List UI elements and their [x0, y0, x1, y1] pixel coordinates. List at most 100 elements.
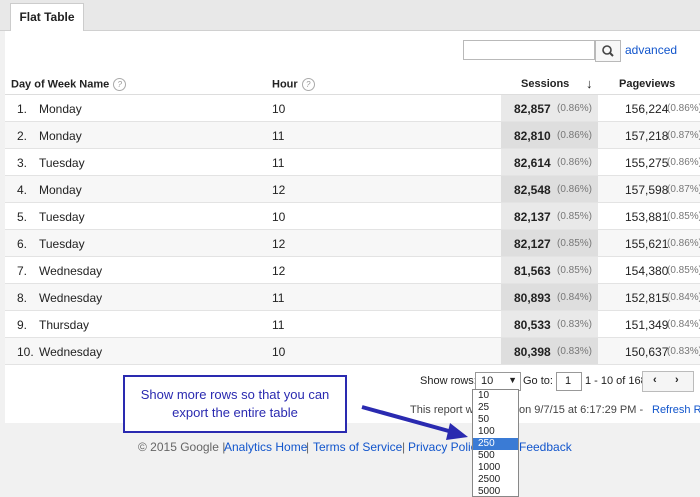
copyright: © 2015 Google | — [138, 440, 226, 454]
day-cell: Tuesday — [39, 156, 85, 170]
dropdown-option[interactable]: 10 — [473, 390, 518, 402]
search-button[interactable] — [595, 40, 621, 62]
show-rows-dropdown[interactable]: 10 25 50 100 250 500 1000 2500 5000 — [472, 389, 519, 497]
goto-input[interactable]: 1 — [556, 372, 582, 391]
row-index: 4. — [17, 183, 28, 197]
range-text: 1 - 10 of 168 — [585, 375, 647, 387]
dropdown-option[interactable]: 1000 — [473, 462, 518, 474]
header-day[interactable]: Day of Week Name? — [11, 78, 127, 91]
header-hour[interactable]: Hour? — [272, 78, 315, 91]
pageviews-value: 153,881 — [625, 210, 669, 224]
hour-cell: 11 — [272, 129, 285, 143]
dropdown-option[interactable]: 5000 — [473, 486, 518, 496]
dropdown-option[interactable]: 500 — [473, 450, 518, 462]
table-row[interactable]: 1. Monday 10 82,857 (0.86%) 156,224 (0.86%) — [5, 95, 700, 122]
chevron-down-icon: ▼ — [508, 375, 517, 385]
refresh-report-link[interactable]: Refresh Report — [652, 404, 700, 416]
sessions-value: 82,810 — [514, 129, 551, 143]
sessions-value: 80,893 — [514, 291, 551, 305]
advanced-link[interactable]: advanced — [625, 43, 677, 57]
pageviews-percent: (0.86%) — [667, 157, 700, 168]
sessions-value: 82,614 — [514, 156, 551, 170]
table-row[interactable]: 9. Thursday 11 80,533 (0.83%) 151,349 (0.84%) — [5, 311, 700, 338]
sessions-percent: (0.83%) — [557, 319, 593, 330]
help-icon[interactable]: ? — [113, 78, 127, 91]
dropdown-option[interactable]: 25 — [473, 402, 518, 414]
day-cell: Monday — [39, 102, 82, 116]
pageviews-value: 151,349 — [625, 318, 669, 332]
hour-cell: 10 — [272, 102, 286, 116]
sessions-value: 82,137 — [514, 210, 551, 224]
sessions-percent: (0.85%) — [557, 265, 593, 276]
pageviews-value: 157,598 — [625, 183, 669, 197]
table-row[interactable]: 4. Monday 12 82,548 (0.86%) 157,598 (0.87%) — [5, 176, 700, 203]
hour-cell: 11 — [272, 318, 285, 332]
pageviews-percent: (0.84%) — [667, 319, 700, 330]
table-row[interactable]: 5. Tuesday 10 82,137 (0.85%) 153,881 (0.85%) — [5, 203, 700, 230]
next-page-icon[interactable]: › — [675, 374, 679, 386]
sessions-percent: (0.86%) — [557, 157, 593, 168]
pageviews-value: 150,637 — [625, 345, 669, 359]
sessions-value: 82,127 — [514, 237, 551, 251]
sessions-percent: (0.86%) — [557, 130, 593, 141]
day-cell: Monday — [39, 129, 82, 143]
header-sessions[interactable]: Sessions — [521, 78, 569, 90]
dropdown-option[interactable]: 100 — [473, 426, 518, 438]
search-input[interactable] — [463, 40, 595, 60]
sessions-value: 80,398 — [514, 345, 551, 359]
tab-flat-table[interactable]: Flat Table — [10, 3, 84, 31]
row-index: 6. — [17, 237, 28, 251]
pageviews-value: 155,621 — [625, 237, 669, 251]
dropdown-option[interactable]: 250 — [473, 438, 518, 450]
pageviews-value: 154,380 — [625, 264, 669, 278]
analytics-home-link[interactable]: Analytics Home — [224, 440, 307, 454]
day-cell: Tuesday — [39, 237, 85, 251]
table-row[interactable]: 6. Tuesday 12 82,127 (0.85%) 155,621 (0.86%) — [5, 230, 700, 257]
hour-cell: 12 — [272, 264, 286, 278]
row-index: 8. — [17, 291, 28, 305]
sessions-value: 82,548 — [514, 183, 551, 197]
pageviews-percent: (0.83%) — [667, 346, 700, 357]
row-index: 9. — [17, 318, 28, 332]
table-row[interactable]: 7. Wednesday 12 81,563 (0.85%) 154,380 (0.85%) — [5, 257, 700, 284]
row-index: 7. — [17, 264, 28, 278]
help-icon[interactable]: ? — [301, 78, 315, 91]
table-body: 1. Monday 10 82,857 (0.86%) 156,224 (0.86%) 2. M… — [5, 94, 700, 365]
hour-cell: 10 — [272, 210, 286, 224]
feedback-link[interactable]: Feedback — [519, 440, 572, 454]
hour-cell: 11 — [272, 156, 285, 170]
row-index: 10. — [17, 345, 34, 359]
day-cell: Monday — [39, 183, 82, 197]
goto-label: Go to: — [523, 375, 553, 387]
day-cell: Thursday — [39, 318, 90, 332]
pageviews-value: 152,815 — [625, 291, 669, 305]
pageviews-percent: (0.86%) — [667, 238, 700, 249]
table-row[interactable]: 8. Wednesday 11 80,893 (0.84%) 152,815 (0.84%) — [5, 284, 700, 311]
annotation-callout: Show more rows so that you can export th… — [123, 375, 347, 433]
dropdown-option[interactable]: 50 — [473, 414, 518, 426]
sessions-percent: (0.83%) — [557, 346, 593, 357]
pageviews-percent: (0.85%) — [667, 211, 700, 222]
day-cell: Wednesday — [39, 264, 103, 278]
show-rows-label: Show rows: — [420, 375, 477, 387]
row-index: 5. — [17, 210, 28, 224]
tab-bar: Flat Table — [0, 0, 700, 31]
sessions-percent: (0.86%) — [557, 103, 593, 114]
dropdown-option[interactable]: 2500 — [473, 474, 518, 486]
row-index: 3. — [17, 156, 28, 170]
sessions-value: 80,533 — [514, 318, 551, 332]
row-index: 1. — [17, 102, 28, 116]
prev-page-icon[interactable]: ‹ — [653, 374, 657, 386]
header-pageviews[interactable]: Pageviews — [619, 78, 675, 90]
sessions-value: 81,563 — [514, 264, 551, 278]
row-index: 2. — [17, 129, 28, 143]
table-row[interactable]: 3. Tuesday 11 82,614 (0.86%) 155,275 (0.86%) — [5, 149, 700, 176]
table-row[interactable]: 10. Wednesday 10 80,398 (0.83%) 150,637 (0.83%… — [5, 338, 700, 365]
sort-arrow-icon[interactable]: ↓ — [586, 76, 593, 91]
sessions-value: 82,857 — [514, 102, 551, 116]
hour-cell: 12 — [272, 237, 286, 251]
table-row[interactable]: 2. Monday 11 82,810 (0.86%) 157,218 (0.87%) — [5, 122, 700, 149]
table-header: Day of Week Name? Hour? Sessions ↓ Pagev… — [5, 72, 700, 94]
hour-cell: 10 — [272, 345, 286, 359]
pageviews-percent: (0.85%) — [667, 265, 700, 276]
